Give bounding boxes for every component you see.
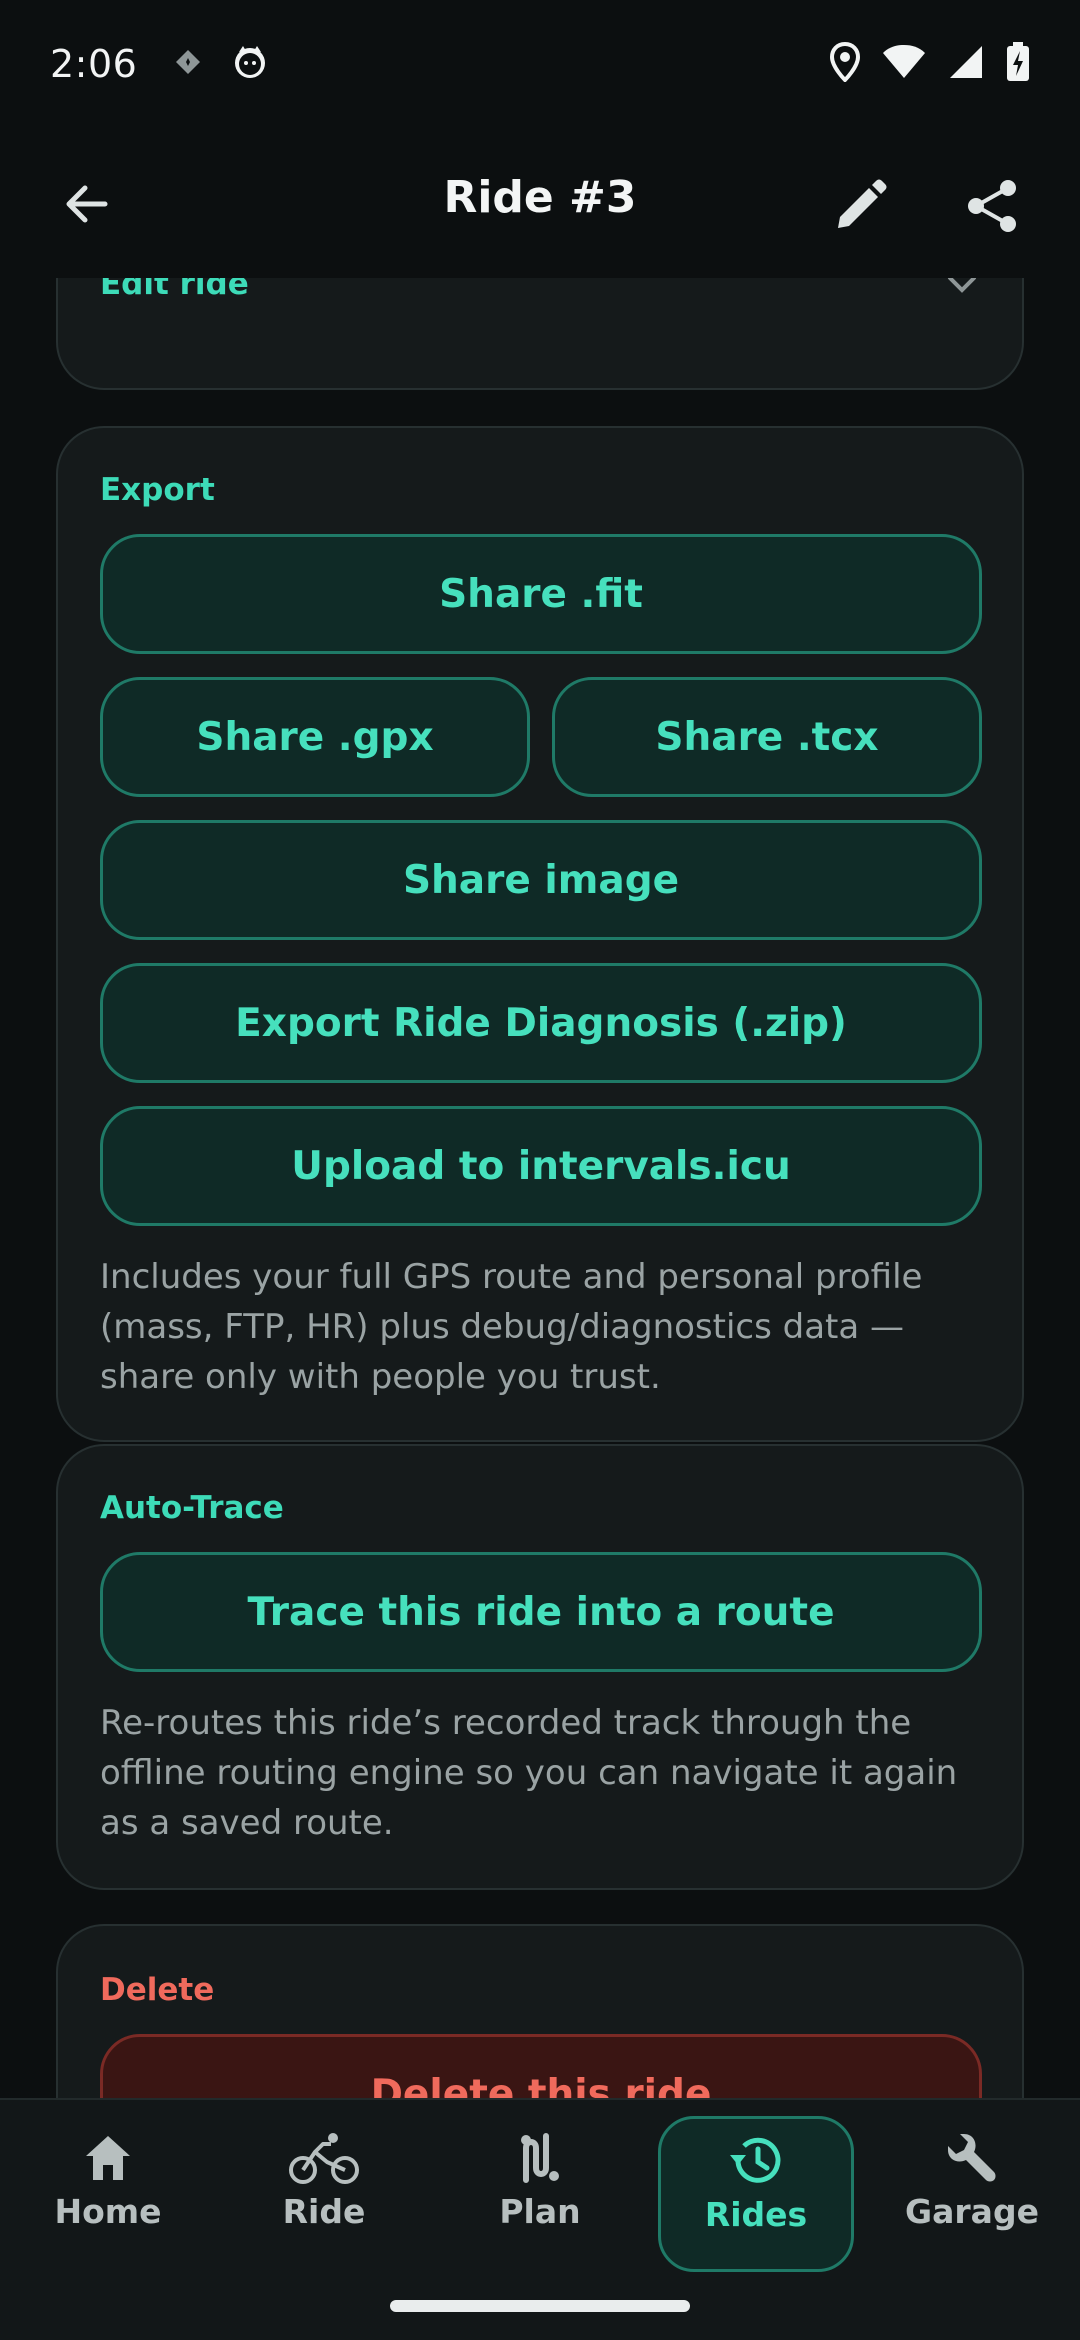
wifi-icon [882,44,926,84]
notification-diamond-icon [173,47,203,81]
home-indicator[interactable] [390,2300,690,2312]
signal-icon [948,44,984,84]
nav-label-garage: Garage [905,2192,1039,2231]
share-image-button[interactable]: Share image [100,820,982,940]
nav-label-rides: Rides [704,2195,808,2234]
delete-card: Delete Delete this ride [56,1924,1024,2098]
wrench-icon [948,2134,996,2182]
history-icon [730,2137,781,2183]
export-diagnosis-button[interactable]: Export Ride Diagnosis (.zip) [100,963,982,1083]
screen: 2:06 Ride #3 Edit ride Export Share .fit… [0,0,1080,2340]
edit-ride-title: Edit ride [100,278,249,302]
nav-item-plan[interactable]: Plan [442,2116,638,2272]
nav-item-garage[interactable]: Garage [874,2116,1070,2272]
bicycle-icon [289,2133,359,2184]
trace-ride-button[interactable]: Trace this ride into a route [100,1552,982,1672]
upload-intervals-button[interactable]: Upload to intervals.icu [100,1106,982,1226]
battery-icon [1006,42,1030,86]
auto-trace-title: Auto-Trace [100,1490,284,1526]
nav-item-home[interactable]: Home [10,2116,206,2272]
nav-label-plan: Plan [499,2192,581,2231]
route-icon [521,2133,559,2183]
export-card: Export Share .fit Share .gpx Share .tcx … [56,426,1024,1442]
share-tcx-button[interactable]: Share .tcx [552,677,982,797]
export-title: Export [100,472,215,508]
nav-label-home: Home [54,2192,162,2231]
share-icon [968,180,1016,232]
home-icon [86,2136,130,2180]
edit-ride-card: Edit ride [56,278,1024,390]
top-app-bar: Ride #3 [0,128,1080,278]
auto-trace-card: Auto-Trace Trace this ride into a route … [56,1444,1024,1890]
delete-title: Delete [100,1972,215,2008]
share-fit-button[interactable]: Share .fit [100,534,982,654]
status-time: 2:06 [50,42,138,86]
chevron-down-icon[interactable] [942,278,982,304]
notification-cat-icon [231,43,269,85]
location-icon [829,41,861,86]
edit-button[interactable] [828,174,892,238]
share-gpx-button[interactable]: Share .gpx [100,677,530,797]
nav-item-ride[interactable]: Ride [226,2116,422,2272]
nav-label-ride: Ride [282,2192,366,2231]
delete-ride-button[interactable]: Delete this ride [100,2034,982,2098]
export-privacy-note: Includes your full GPS route and persona… [100,1257,923,1397]
pencil-icon [838,179,887,228]
auto-trace-note: Re-routes this ride’s recorded track thr… [100,1703,958,1843]
scroll-content[interactable]: Edit ride Export Share .fit Share .gpx S… [0,278,1080,2098]
status-bar: 2:06 [0,0,1080,128]
nav-item-rides[interactable]: Rides [658,2116,854,2272]
page-title: Ride #3 [443,172,637,223]
share-button[interactable] [960,174,1024,238]
